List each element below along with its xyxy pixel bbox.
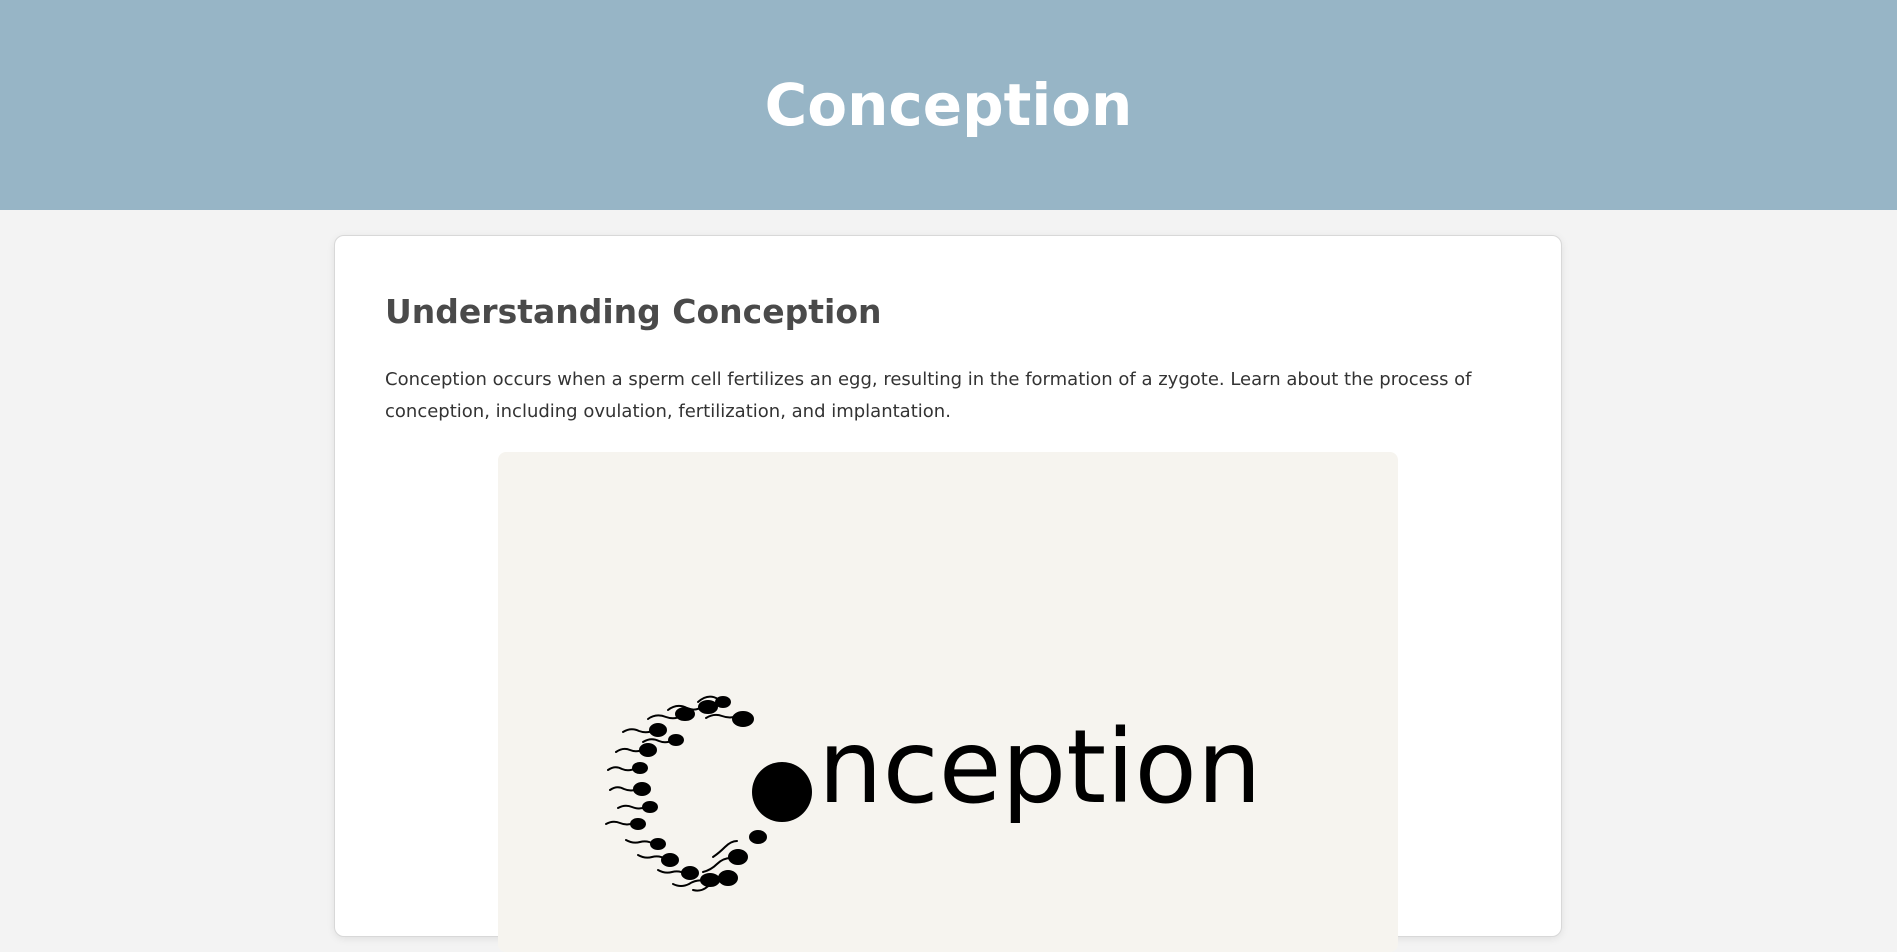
conception-logo-graphic bbox=[605, 695, 812, 892]
logo-text: nception bbox=[818, 708, 1262, 827]
article-paragraph: Conception occurs when a sperm cell fert… bbox=[385, 369, 1472, 422]
page-header: Conception bbox=[0, 0, 1897, 210]
article-heading: Understanding Conception bbox=[385, 292, 882, 331]
page-title: Conception bbox=[764, 71, 1133, 139]
conception-logo-image: nception bbox=[498, 452, 1398, 952]
egg-icon bbox=[752, 762, 812, 822]
content-card: Understanding Conception Conception occu… bbox=[334, 235, 1562, 952]
sperm-c-icon bbox=[605, 695, 767, 892]
